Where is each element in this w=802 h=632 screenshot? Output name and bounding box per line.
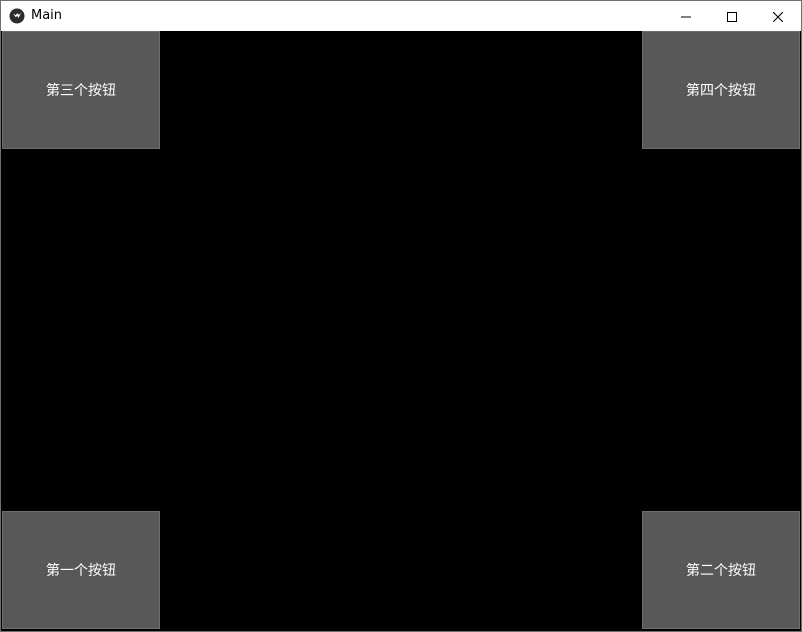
minimize-icon [681, 7, 691, 26]
minimize-button[interactable] [663, 1, 709, 31]
maximize-icon [727, 7, 737, 26]
fourth-button[interactable]: 第四个按钮 [642, 31, 800, 149]
maximize-button[interactable] [709, 1, 755, 31]
app-canvas: 第三个按钮 第四个按钮 第一个按钮 第二个按钮 [1, 31, 801, 631]
close-button[interactable] [755, 1, 801, 31]
third-button[interactable]: 第三个按钮 [2, 31, 160, 149]
kivy-logo-icon [9, 8, 25, 24]
window-controls [663, 1, 801, 31]
app-window: Main 第三个按钮 第四个按钮 第一个按钮 第二个按钮 [0, 0, 802, 632]
first-button[interactable]: 第一个按钮 [2, 511, 160, 629]
second-button[interactable]: 第二个按钮 [642, 511, 800, 629]
title-bar[interactable]: Main [1, 1, 801, 31]
window-title: Main [31, 8, 63, 23]
close-icon [772, 7, 784, 26]
